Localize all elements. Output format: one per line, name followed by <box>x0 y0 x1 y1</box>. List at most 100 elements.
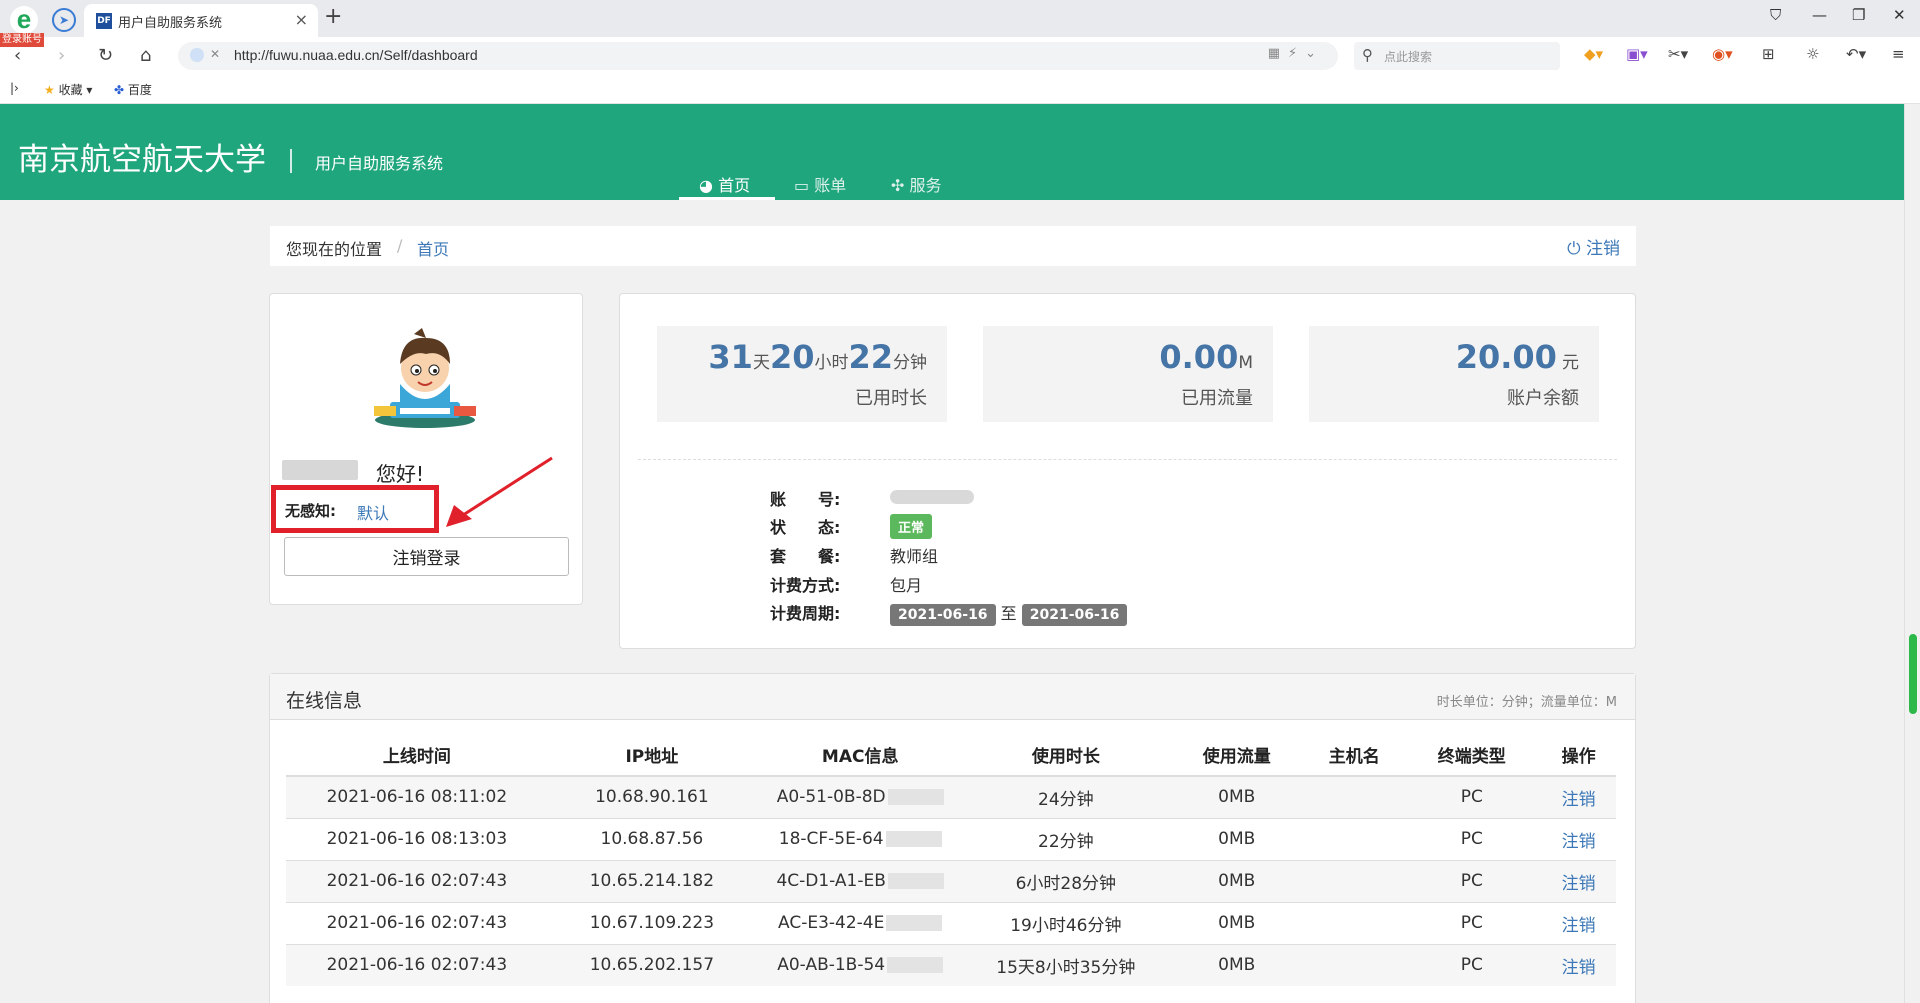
forward-icon[interactable]: › <box>58 45 65 66</box>
cell-host <box>1306 775 1403 818</box>
col-terminal[interactable]: 终端类型 <box>1402 734 1542 777</box>
system-name: 用户自助服务系统 <box>315 154 444 173</box>
coin-extension-icon[interactable]: ◆▾ <box>1584 45 1603 63</box>
browser-toolbar: ‹ › ↻ ⌂ ✕ http://fuwu.nuaa.edu.cn/Self/d… <box>0 37 1920 74</box>
stat-traffic: 0.00M 已用流量 <box>983 326 1273 422</box>
home-icon[interactable]: ⌂ <box>140 45 151 66</box>
address-bar-tools-icon[interactable]: ▦⚡⌄ <box>1268 46 1324 61</box>
cell-terminal: PC <box>1402 901 1542 944</box>
col-hostname[interactable]: 主机名 <box>1306 734 1403 777</box>
reload-icon[interactable]: ↻ <box>98 45 113 66</box>
nav-services[interactable]: ✣ 服务 <box>891 172 942 196</box>
baidu-paw-icon: ✤ <box>114 83 125 97</box>
account-label: 账 号: <box>770 490 841 509</box>
minimize-icon[interactable]: — <box>1812 6 1827 24</box>
puzzle-icon: ✣ <box>891 176 905 195</box>
billing-value: 包月 <box>890 576 923 595</box>
translate-extension-icon[interactable]: ▣▾ <box>1626 45 1648 63</box>
new-tab-icon[interactable]: + <box>324 4 342 29</box>
browser-tab-bar: e 登录账号 ➤ DF 用户自助服务系统 × + ⛉ — ❐ ✕ <box>0 0 1920 47</box>
shirt-skin-icon[interactable]: ⛉ <box>1770 6 1781 24</box>
close-tab-icon[interactable]: × <box>295 10 308 29</box>
col-mac[interactable]: MAC信息 <box>756 734 965 777</box>
close-window-icon[interactable]: ✕ <box>1893 6 1906 24</box>
col-ip[interactable]: IP地址 <box>547 734 757 777</box>
mac-text: AC-E3-42-4E <box>778 913 885 933</box>
school-name[interactable]: 南京航空航天大学 <box>18 134 266 179</box>
page-scrollbar[interactable] <box>1904 104 1920 1003</box>
cell-action: 注销 <box>1541 817 1616 860</box>
cell-action: 注销 <box>1541 901 1616 944</box>
scrollbar-thumb[interactable] <box>1909 634 1917 714</box>
package-label: 套 餐: <box>770 547 841 566</box>
search-box[interactable]: ⚲ 点此搜索 <box>1354 42 1560 70</box>
navigation-icon[interactable]: ➤ <box>52 8 76 32</box>
cell-time: 2021-06-16 02:07:43 <box>286 943 548 986</box>
scissors-icon[interactable]: ✂▾ <box>1668 45 1688 63</box>
mac-text: 4C-D1-A1-EB <box>776 871 886 891</box>
logout-link[interactable]: ⏻ 注销 <box>1567 234 1620 259</box>
mac-redacted <box>887 789 944 806</box>
traffic-value: 0.00M <box>1159 338 1253 376</box>
table-row: 2021-06-16 08:11:02 10.68.90.161 A0-51-0… <box>286 775 1616 818</box>
cell-ip: 10.68.90.161 <box>547 775 757 818</box>
nav-bills[interactable]: ▭ 账单 <box>794 172 846 196</box>
dashed-divider <box>638 459 1617 460</box>
security-icon <box>190 48 204 62</box>
session-logout-link[interactable]: 注销 <box>1562 790 1596 810</box>
cell-traffic: 0MB <box>1167 859 1307 902</box>
col-duration[interactable]: 使用时长 <box>964 734 1168 777</box>
restore-icon[interactable]: ❐ <box>1852 6 1865 24</box>
billing-label: 计费方式: <box>770 576 841 595</box>
mac-redacted <box>885 831 942 847</box>
undo-icon[interactable]: ↶▾ <box>1846 45 1866 63</box>
col-login-time[interactable]: 上线时间 <box>286 734 548 777</box>
online-info-units: 时长单位：分钟；流量单位：M <box>1436 695 1617 710</box>
cell-action: 注销 <box>1541 943 1616 986</box>
table-row: 2021-06-16 08:13:03 10.68.87.56 18-CF-5E… <box>286 817 1616 860</box>
mac-text: A0-51-0B-8D <box>776 787 886 808</box>
game-extension-icon[interactable]: ◉▾ <box>1712 45 1733 63</box>
user-card: 您好! 无感知: 默认 注销登录 <box>269 293 583 605</box>
browser-tab[interactable]: DF 用户自助服务系统 × <box>84 4 318 37</box>
cell-time: 2021-06-16 02:07:43 <box>286 859 548 902</box>
cell-ip: 10.68.87.56 <box>547 817 757 860</box>
brightness-icon[interactable]: ☼ <box>1806 45 1819 63</box>
apps-grid-icon[interactable]: ⊞ <box>1762 45 1775 63</box>
sidebar-toggle-icon[interactable]: |› <box>10 81 19 95</box>
insecure-icon: ✕ <box>210 47 221 61</box>
logout-login-button[interactable]: 注销登录 <box>284 537 569 576</box>
bookmark-baidu[interactable]: ✤ 百度 <box>114 81 152 98</box>
bookmark-favorites[interactable]: ★ 收藏 ▾ <box>44 81 92 98</box>
cell-mac: A0-AB-1B-54 <box>756 943 965 986</box>
nav-home[interactable]: ◕ 首页 <box>699 172 750 196</box>
breadcrumb-home-link[interactable]: 首页 <box>417 236 449 260</box>
breadcrumb: 您现在的位置 / 首页 ⏻ 注销 <box>270 226 1636 266</box>
mac-text: 18-CF-5E-64 <box>778 829 884 849</box>
back-icon[interactable]: ‹ <box>14 45 21 66</box>
menu-icon[interactable]: ≡ <box>1892 45 1905 63</box>
url-text[interactable]: http://fuwu.nuaa.edu.cn/Self/dashboard <box>234 47 478 63</box>
login-account-badge[interactable]: 登录账号 <box>0 33 44 47</box>
cell-terminal: PC <box>1402 775 1542 818</box>
account-redacted <box>890 490 974 504</box>
aware-value-link[interactable]: 默认 <box>357 500 389 524</box>
session-logout-link[interactable]: 注销 <box>1562 832 1596 852</box>
status-label: 状 态: <box>770 518 841 537</box>
session-logout-link[interactable]: 注销 <box>1562 916 1596 936</box>
col-traffic[interactable]: 使用流量 <box>1167 734 1307 777</box>
address-bar[interactable]: ✕ http://fuwu.nuaa.edu.cn/Self/dashboard… <box>178 42 1338 70</box>
tab-title: 用户自助服务系统 <box>118 16 223 31</box>
nav-services-label: 服务 <box>909 176 942 195</box>
browser-logo-icon[interactable]: e <box>10 6 38 34</box>
session-logout-link[interactable]: 注销 <box>1562 874 1596 894</box>
money-icon: ▭ <box>794 176 810 195</box>
period-end-badge: 2021-06-16 <box>1021 604 1128 626</box>
duration-minutes-unit: 分钟 <box>893 353 927 373</box>
cell-mac: 18-CF-5E-64 <box>756 817 965 860</box>
mac-text: A0-AB-1B-54 <box>777 955 886 976</box>
student-avatar-icon <box>374 328 476 428</box>
cell-traffic: 0MB <box>1167 775 1307 818</box>
session-logout-link[interactable]: 注销 <box>1562 958 1596 978</box>
bookmark-favorites-label: 收藏 <box>58 83 83 97</box>
